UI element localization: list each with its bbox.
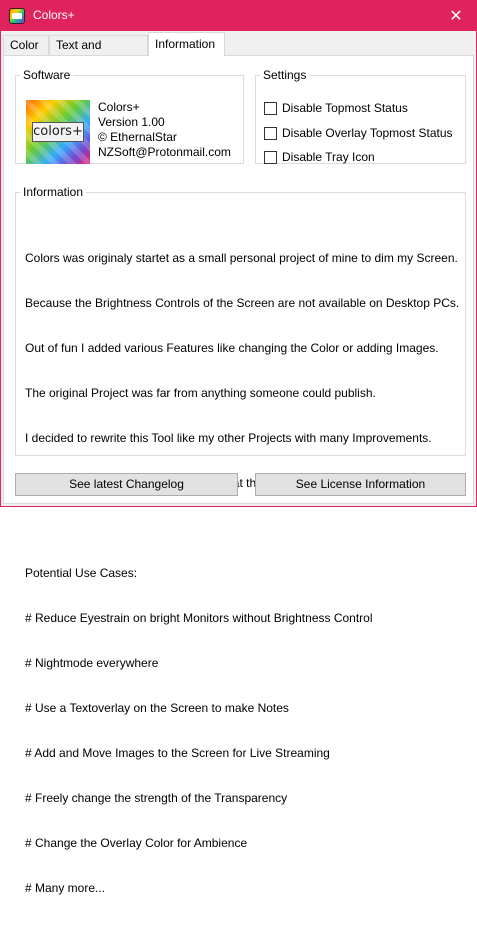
tab-strip: Color Text and Images Information <box>1 31 476 71</box>
checkbox-box[interactable] <box>264 101 277 115</box>
changelog-button[interactable]: See latest Changelog <box>15 473 238 496</box>
license-button[interactable]: See License Information <box>255 473 466 496</box>
app-email: NZSoft@Protonmail.com <box>98 145 231 159</box>
window-title: Colors+ <box>33 8 75 22</box>
tab-text-and-images[interactable]: Text and Images <box>49 35 148 71</box>
logo-text: colors+ <box>32 122 84 142</box>
close-icon: ✕ <box>449 8 463 25</box>
tab-color[interactable]: Color <box>3 35 49 55</box>
information-page: Software colors+ Colors+ Version 1.00 © … <box>3 55 474 895</box>
checkbox-box[interactable] <box>264 126 277 140</box>
app-version: Version 1.00 <box>98 115 165 129</box>
info-line: # Add and Move Images to the Screen for … <box>25 746 330 760</box>
info-line: # Nightmode everywhere <box>25 656 159 670</box>
checkbox-label: Disable Tray Icon <box>282 150 375 164</box>
information-text: Colors was originaly startet as a small … <box>25 221 459 926</box>
disable-overlay-topmost-checkbox[interactable]: Disable Overlay Topmost Status <box>264 125 453 141</box>
app-icon-inner <box>12 13 22 19</box>
software-details: Colors+ Version 1.00 © EthernalStar NZSo… <box>98 100 231 160</box>
settings-group: Settings Disable Topmost Status Disable … <box>255 68 466 164</box>
disable-topmost-checkbox[interactable]: Disable Topmost Status <box>264 100 408 116</box>
tab-information[interactable]: Information <box>148 32 225 56</box>
info-line: # Freely change the strength of the Tran… <box>25 791 288 805</box>
info-line: Out of fun I added various Features like… <box>25 341 439 355</box>
information-legend: Information <box>23 185 84 199</box>
info-line: # Use a Textoverlay on the Screen to mak… <box>25 701 289 715</box>
checkbox-box[interactable] <box>264 150 277 164</box>
information-group: Information Colors was originaly startet… <box>15 185 466 895</box>
software-group: Software colors+ Colors+ Version 1.00 © … <box>15 68 244 164</box>
info-line: # Change the Overlay Color for Ambience <box>25 836 248 850</box>
checkbox-label: Disable Topmost Status <box>282 101 408 115</box>
checkbox-label: Disable Overlay Topmost Status <box>282 126 453 140</box>
info-line: Potential Use Cases: <box>25 566 138 580</box>
app-name: Colors+ <box>98 100 140 114</box>
software-legend: Software <box>23 68 71 82</box>
title-bar[interactable]: Colors+ ✕ <box>1 1 476 31</box>
main-window: Colors+ ✕ Color Text and Images Informat… <box>0 0 477 895</box>
app-icon <box>9 8 25 24</box>
close-button[interactable]: ✕ <box>436 1 476 31</box>
info-line: Because the Brightness Controls of the S… <box>25 296 460 310</box>
colors-logo-image: colors+ <box>26 100 90 164</box>
disable-tray-icon-checkbox[interactable]: Disable Tray Icon <box>264 149 375 165</box>
info-line: The original Project was far from anythi… <box>25 386 376 400</box>
info-line: # Many more... <box>25 881 106 895</box>
info-line: I decided to rewrite this Tool like my o… <box>25 431 432 445</box>
settings-legend: Settings <box>263 68 307 82</box>
app-author: © EthernalStar <box>98 130 177 144</box>
info-line <box>25 521 459 536</box>
info-line: # Reduce Eyestrain on bright Monitors wi… <box>25 611 373 625</box>
info-line: Colors was originaly startet as a small … <box>25 251 458 265</box>
